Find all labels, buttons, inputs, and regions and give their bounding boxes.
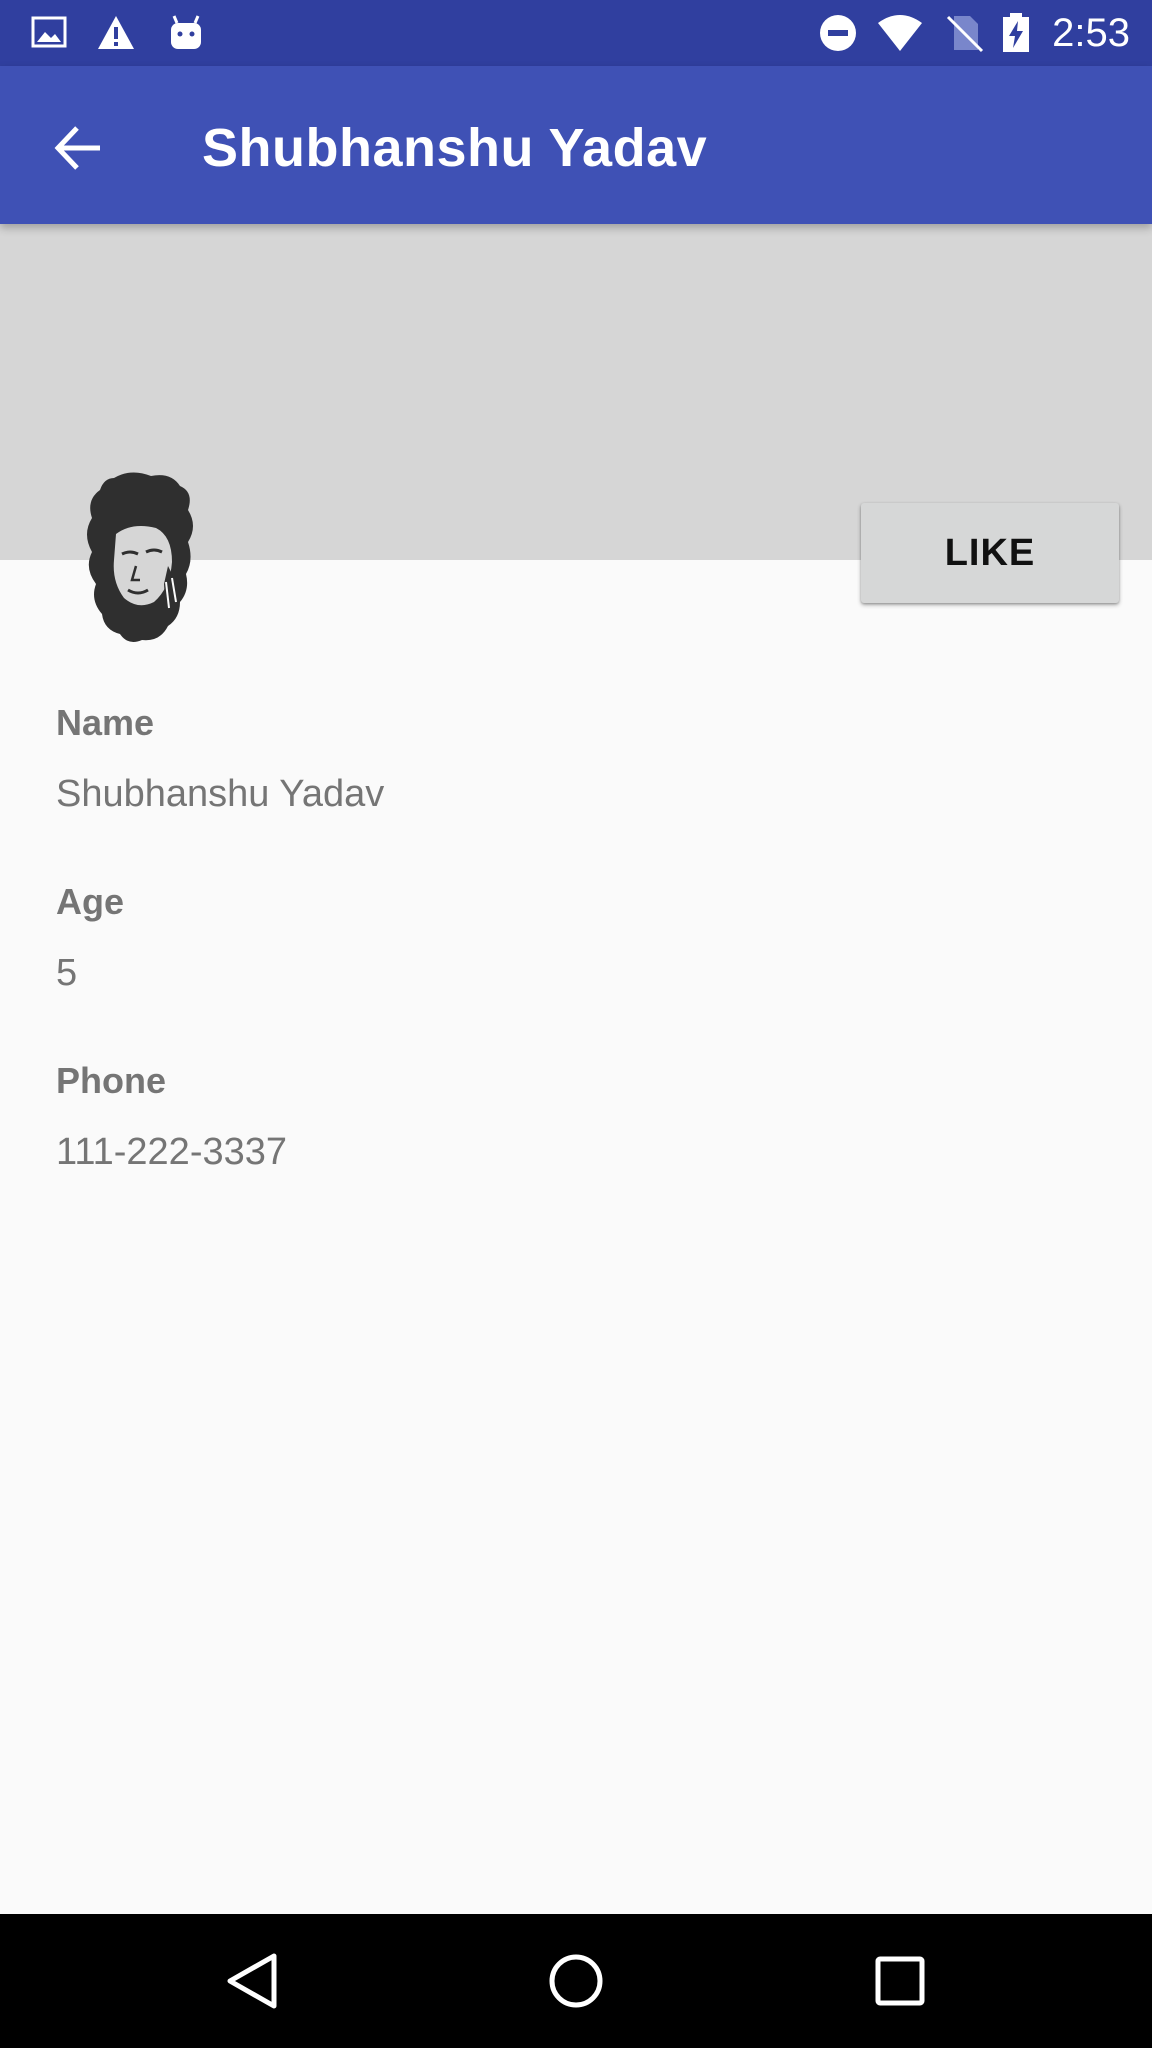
status-bar: 2:53 — [0, 0, 1152, 66]
no-sim-icon — [946, 15, 984, 53]
battery-charging-icon — [1003, 13, 1029, 52]
like-button[interactable]: LIKE — [861, 503, 1119, 603]
nav-recents-button[interactable] — [860, 1941, 940, 2021]
wifi-icon — [878, 15, 922, 51]
nav-home-button[interactable] — [536, 1941, 616, 2021]
warning-icon — [98, 16, 134, 49]
recents-square-icon — [875, 1956, 925, 2006]
phone-value: 111-222-3337 — [56, 1131, 288, 1173]
back-button[interactable] — [30, 100, 126, 196]
avatar — [87, 472, 193, 642]
age-label: Age — [56, 881, 125, 922]
age-value: 5 — [56, 952, 78, 994]
phone-field: Phone 111-222-3337 — [56, 1059, 287, 1175]
status-clock: 2:53 — [1052, 11, 1130, 55]
nav-back-button[interactable] — [212, 1941, 292, 2021]
age-field: Age 5 — [56, 880, 124, 996]
do-not-disturb-icon — [820, 15, 856, 51]
page-title: Shubhanshu Yadav — [202, 118, 708, 178]
arrow-back-icon — [54, 126, 100, 170]
name-label: Name — [56, 702, 155, 743]
name-value: Shubhanshu Yadav — [56, 773, 385, 815]
navigation-bar — [0, 1914, 1152, 2048]
name-field: Name Shubhanshu Yadav — [56, 701, 384, 817]
phone-label: Phone — [56, 1060, 167, 1101]
image-icon — [31, 16, 67, 48]
back-triangle-icon — [227, 1953, 277, 2009]
app-bar: Shubhanshu Yadav — [0, 66, 1152, 224]
home-circle-icon — [549, 1954, 603, 2008]
android-icon — [171, 15, 201, 49]
